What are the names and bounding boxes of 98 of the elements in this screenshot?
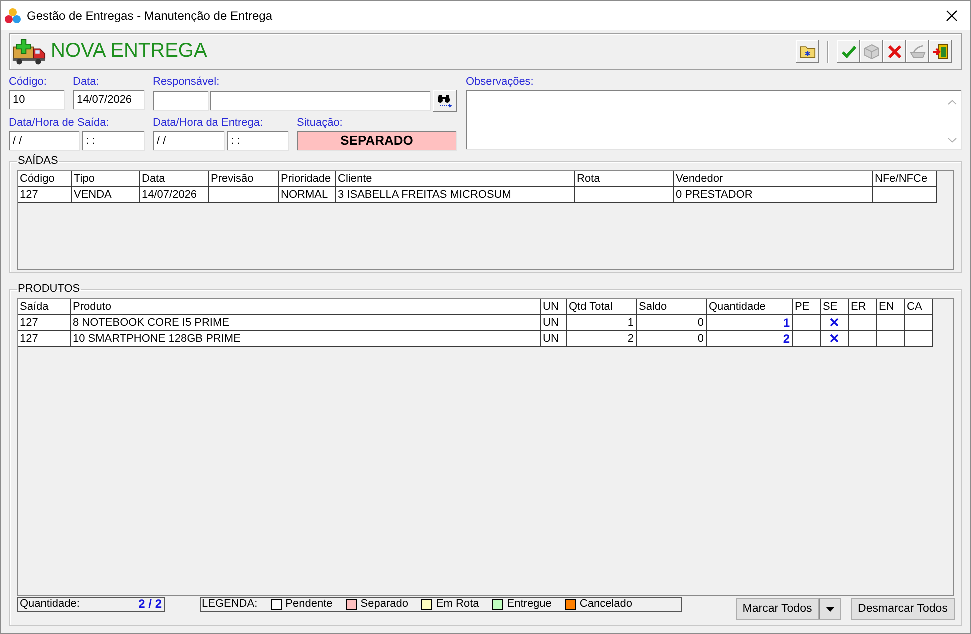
cross-mark-icon [830, 318, 839, 328]
responsible-code-field[interactable] [153, 91, 209, 111]
departure-date-field[interactable]: / / [9, 131, 80, 151]
column-header[interactable]: Quantidade [706, 299, 792, 314]
cross-mark-icon [830, 334, 839, 344]
status-field: SEPARADO [297, 131, 457, 151]
table-cell: 1 [706, 314, 792, 330]
quantity-label: Quantidade: [20, 598, 80, 611]
date-field[interactable]: 14/07/2026 [73, 90, 145, 110]
column-header[interactable]: Previsão [208, 171, 278, 186]
group-title: PRODUTOS [17, 283, 82, 296]
column-header[interactable]: Saída [18, 299, 70, 314]
column-header[interactable]: UN [540, 299, 566, 314]
table-cell: 8 NOTEBOOK CORE I5 PRIME [70, 314, 540, 330]
page-title: NOVA ENTREGA [51, 40, 208, 63]
table-cell: 2 [566, 330, 636, 346]
binoculars-icon [437, 94, 453, 108]
flag-cell[interactable] [792, 314, 820, 330]
flag-cell[interactable] [904, 314, 932, 330]
legend-text: Pendente [286, 598, 333, 611]
table-cell: 10 SMARTPHONE 128GB PRIME [70, 330, 540, 346]
confirm-button[interactable] [837, 40, 860, 63]
column-header[interactable]: Tipo [72, 171, 140, 186]
table-cell: 127 [18, 186, 72, 202]
group-title: SAÍDAS [17, 155, 60, 168]
dropdown-button[interactable] [819, 598, 841, 620]
responsible-name-field[interactable] [210, 91, 431, 111]
table-cell: 14/07/2026 [140, 186, 208, 202]
column-header[interactable]: NFe/NFCe [872, 171, 936, 186]
column-header[interactable]: Data [140, 171, 208, 186]
column-header[interactable]: Qtd Total [566, 299, 636, 314]
legend-text: Cancelado [580, 598, 633, 611]
x-icon [886, 44, 902, 60]
legend-text: Separado [360, 598, 408, 611]
folder-button[interactable] [796, 40, 819, 63]
column-header[interactable]: Produto [70, 299, 540, 314]
folder-icon [800, 44, 816, 60]
table-cell: 0 [636, 330, 706, 346]
check-icon [840, 44, 856, 60]
table-cell: UN [540, 314, 566, 330]
field-label: Data/Hora de Saída: [9, 116, 110, 131]
unmark-all-button[interactable]: Desmarcar Todos [851, 598, 955, 620]
delivery-truck-icon [12, 38, 46, 66]
column-header[interactable]: Código [18, 171, 72, 186]
field-label: Código: [9, 75, 48, 90]
legend-text: Em Rota [436, 598, 480, 611]
table-cell: 2 [706, 330, 792, 346]
field-label: Data/Hora da Entrega: [153, 116, 264, 131]
field-label: Situação: [297, 116, 344, 131]
column-header[interactable]: CA [904, 299, 932, 314]
column-header[interactable]: Vendedor [674, 171, 872, 186]
field-label: Observações: [466, 75, 535, 90]
flag-cell[interactable] [848, 330, 876, 346]
table-cell: 0 PRESTADOR [674, 186, 872, 202]
table-cell: 127 [18, 330, 70, 346]
field-label: Data: [73, 75, 100, 90]
table-cell: NORMAL [278, 186, 336, 202]
table-cell: 0 [636, 314, 706, 330]
cancel-button[interactable] [883, 40, 906, 63]
column-header[interactable]: Prioridade [278, 171, 336, 186]
box-icon [864, 44, 880, 60]
close-icon [946, 10, 958, 22]
delivery-date-field[interactable]: / / [153, 131, 225, 151]
table-cell: 3 ISABELLA FREITAS MICROSUM [336, 186, 574, 202]
delivery-time-field[interactable]: : : [227, 131, 289, 151]
tray-icon [910, 44, 926, 60]
code-field[interactable]: 10 [9, 90, 65, 110]
close-button[interactable] [945, 8, 959, 22]
column-header[interactable]: SE [820, 299, 848, 314]
search-button[interactable] [433, 90, 457, 112]
column-header[interactable]: PE [792, 299, 820, 314]
column-header[interactable]: ER [848, 299, 876, 314]
field-label: Responsável: [153, 75, 221, 90]
column-header[interactable]: Rota [574, 171, 674, 186]
quantity-value: 2 / 2 [138, 598, 162, 611]
flag-cell[interactable] [820, 314, 848, 330]
column-header[interactable]: EN [876, 299, 904, 314]
flag-cell[interactable] [876, 314, 904, 330]
column-header[interactable]: Cliente [336, 171, 574, 186]
table-cell: UN [540, 330, 566, 346]
departure-time-field[interactable]: : : [82, 131, 145, 151]
flag-cell[interactable] [876, 330, 904, 346]
exit-button[interactable] [929, 40, 952, 63]
flag-cell[interactable] [848, 314, 876, 330]
mark-all-button[interactable]: Marcar Todos [736, 598, 819, 620]
app-logo-icon [5, 8, 21, 24]
table-cell: 1 [566, 314, 636, 330]
legend-label: LEGENDA: [202, 598, 258, 611]
caret-icon [826, 606, 834, 612]
flag-cell[interactable] [904, 330, 932, 346]
table-cell: VENDA [72, 186, 140, 202]
flag-cell[interactable] [820, 330, 848, 346]
window-title: Gestão de Entregas - Manutenção de Entrega [27, 8, 272, 22]
legend-text: Entregue [507, 598, 552, 611]
door-icon [932, 44, 948, 60]
flag-cell[interactable] [792, 330, 820, 346]
column-header[interactable]: Saldo [636, 299, 706, 314]
table-cell: 127 [18, 314, 70, 330]
